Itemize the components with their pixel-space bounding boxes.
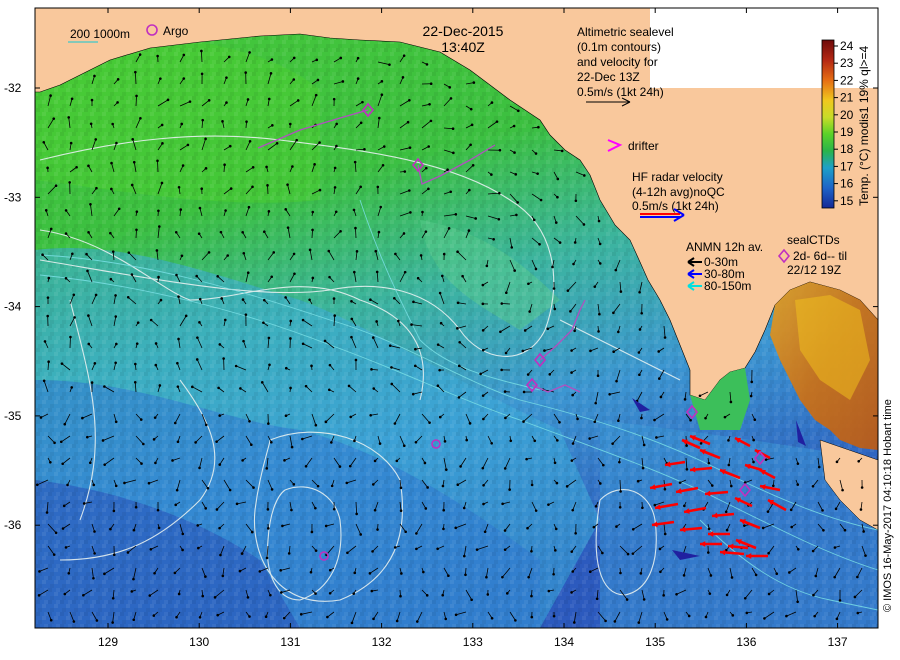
colorbar-tick: 20 (840, 108, 854, 122)
y-tick-label: -33 (4, 190, 22, 204)
hf-line-2: (4-12h avg)noQC (632, 185, 725, 199)
velocity-arrow (355, 228, 357, 239)
colorbar-tick: 16 (840, 177, 854, 191)
colorbar-tick: 23 (840, 56, 854, 70)
altimetry-line-1: Altimetric sealevel (577, 25, 674, 39)
copyright-credit: © IMOS 16-May-2017 04:10:18 Hobart time (882, 399, 894, 612)
y-tick-label: -36 (4, 518, 22, 532)
colorbar-tick: 21 (840, 91, 854, 105)
x-tick-label: 131 (280, 635, 300, 649)
x-tick-label: 132 (372, 635, 392, 649)
altimetry-line-5: 0.5m/s (1kt 24h) (577, 85, 664, 99)
x-tick-label: 129 (98, 635, 118, 649)
hf-line-1: HF radar velocity (632, 170, 723, 184)
colorbar-tick: 22 (840, 73, 854, 87)
seal-legend: sealCTDs 2d- 6d-- til 22/12 19Z (777, 233, 847, 277)
argo-label: Argo (163, 24, 189, 38)
y-tick-label: -34 (4, 300, 22, 314)
x-tick-label: 133 (463, 635, 483, 649)
velocity-arrow (135, 95, 137, 107)
y-tick-label: -35 (4, 409, 22, 423)
colorbar-tick: 19 (840, 125, 854, 139)
seal-line-2: 2d- 6d-- til (793, 249, 847, 263)
x-tick-label: 135 (645, 635, 665, 649)
altimetry-line-3: and velocity for (577, 55, 658, 69)
anmn-title: ANMN 12h av. (686, 240, 763, 254)
x-tick-label: 136 (736, 635, 756, 649)
velocity-arrow (157, 160, 159, 173)
seal-line-1: sealCTDs (787, 233, 840, 247)
y-tick-label: -32 (4, 81, 22, 95)
map-time: 13:40Z (441, 39, 485, 55)
colorbar-tick: 15 (840, 194, 854, 208)
colorbar-tick: 17 (840, 159, 854, 173)
x-tick-label: 137 (828, 635, 848, 649)
map-date: 22-Dec-2015 (423, 23, 504, 39)
sst-map: 129 130 131 132 133 134 135 136 137 -32 -33 -34 -35… (4, 7, 894, 649)
drifter-label: drifter (628, 139, 659, 153)
colorbar-tick: 24 (840, 39, 854, 53)
altimetry-line-4: 22-Dec 13Z (577, 70, 640, 84)
seal-line-3: 22/12 19Z (787, 263, 841, 277)
anmn-item-2: 80-150m (704, 279, 751, 293)
altimetry-line-2: (0.1m contours) (577, 40, 661, 54)
depth-contour-label: 200 1000m (70, 27, 130, 41)
colorbar-title: Temp. (°C) modis1 19% ql>=4 (857, 45, 871, 206)
x-tick-label: 134 (554, 635, 574, 649)
colorbar-scale (821, 39, 835, 209)
colorbar-tick: 18 (840, 142, 854, 156)
x-tick-label: 130 (189, 635, 209, 649)
